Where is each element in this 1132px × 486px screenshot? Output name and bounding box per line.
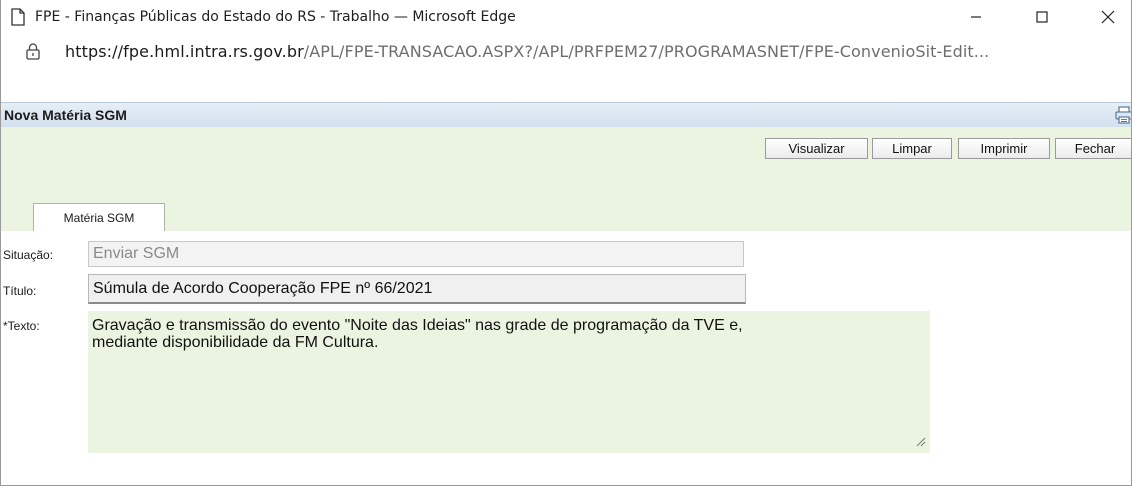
texto-textarea[interactable]: Gravação e transmissão do evento "Noite … (88, 311, 930, 453)
fechar-button[interactable]: Fechar (1055, 138, 1131, 159)
limpar-button[interactable]: Limpar (872, 138, 952, 159)
situacao-field: Enviar SGM (88, 241, 744, 267)
title-bar: FPE - Finanças Públicas do Estado do RS … (1, 0, 1131, 34)
titulo-label: Título: (3, 284, 37, 298)
window-controls (953, 0, 1131, 34)
texto-label: *Texto: (3, 319, 40, 333)
page-title: Nova Matéria SGM (4, 107, 127, 123)
minimize-button[interactable] (953, 0, 999, 34)
resize-grip-icon[interactable] (916, 437, 926, 447)
maximize-icon (1036, 11, 1048, 23)
url-host: https://fpe.hml.intra.rs.gov.br (65, 41, 304, 61)
maximize-button[interactable] (1019, 0, 1065, 34)
close-icon (1101, 10, 1115, 24)
minimize-icon (971, 16, 981, 18)
titulo-field[interactable]: Súmula de Acordo Cooperação FPE nº 66/20… (88, 274, 746, 304)
browser-window: FPE - Finanças Públicas do Estado do RS … (0, 0, 1132, 486)
window-title: FPE - Finanças Públicas do Estado do RS … (35, 9, 516, 25)
url-path: /APL/FPE-TRANSACAO.ASPX?/APL/PRFPEM27/PR… (303, 41, 990, 61)
app-header: Nova Matéria SGM (1, 102, 1131, 128)
texto-value: Gravação e transmissão do evento "Noite … (92, 317, 743, 351)
address-bar[interactable]: https://fpe.hml.intra.rs.gov.br/APL/FPE-… (1, 34, 1131, 68)
url-text[interactable]: https://fpe.hml.intra.rs.gov.br/APL/FPE-… (65, 42, 989, 61)
visualizar-button[interactable]: Visualizar (765, 138, 868, 159)
imprimir-button[interactable]: Imprimir (958, 138, 1050, 159)
printer-icon[interactable] (1115, 106, 1132, 124)
situacao-label: Situação: (3, 248, 54, 262)
close-button[interactable] (1085, 0, 1131, 34)
toolbar: Visualizar Limpar Imprimir Fechar Matéri… (1, 127, 1131, 232)
materia-form: Situação: Enviar SGM Título: Súmula de A… (1, 231, 1131, 485)
lock-icon[interactable] (25, 42, 41, 60)
page-icon (11, 8, 25, 26)
tab-materia-sgm[interactable]: Matéria SGM (33, 203, 165, 232)
